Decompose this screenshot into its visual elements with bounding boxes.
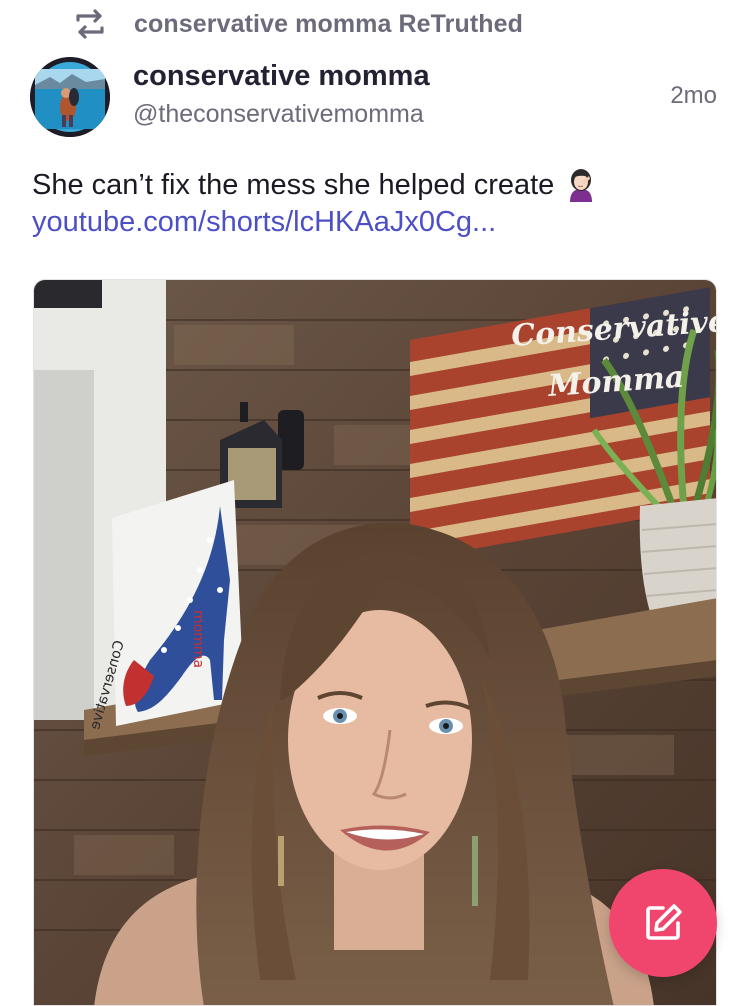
- retruth-icon: [76, 9, 104, 39]
- author-display-name[interactable]: conservative momma: [133, 60, 430, 93]
- retruth-label: conservative momma ReTruthed: [134, 9, 524, 38]
- compose-button[interactable]: [609, 869, 717, 977]
- retruth-header[interactable]: conservative momma ReTruthed: [72, 6, 523, 42]
- post-text: She can’t fix the mess she helped create: [32, 168, 596, 202]
- author-handle[interactable]: @theconservativemomma: [133, 100, 424, 129]
- avatar[interactable]: [30, 57, 110, 137]
- youtube-link[interactable]: youtube.com/shorts/lcHKAaJx0Cg...: [32, 206, 496, 239]
- post-body: She can’t fix the mess she helped create: [32, 168, 555, 201]
- compose-icon: [646, 904, 682, 940]
- post-timestamp: 2mo: [670, 82, 717, 109]
- canvas-subtext: momma: [190, 610, 206, 668]
- woman-facepalming-emoji: [570, 169, 593, 202]
